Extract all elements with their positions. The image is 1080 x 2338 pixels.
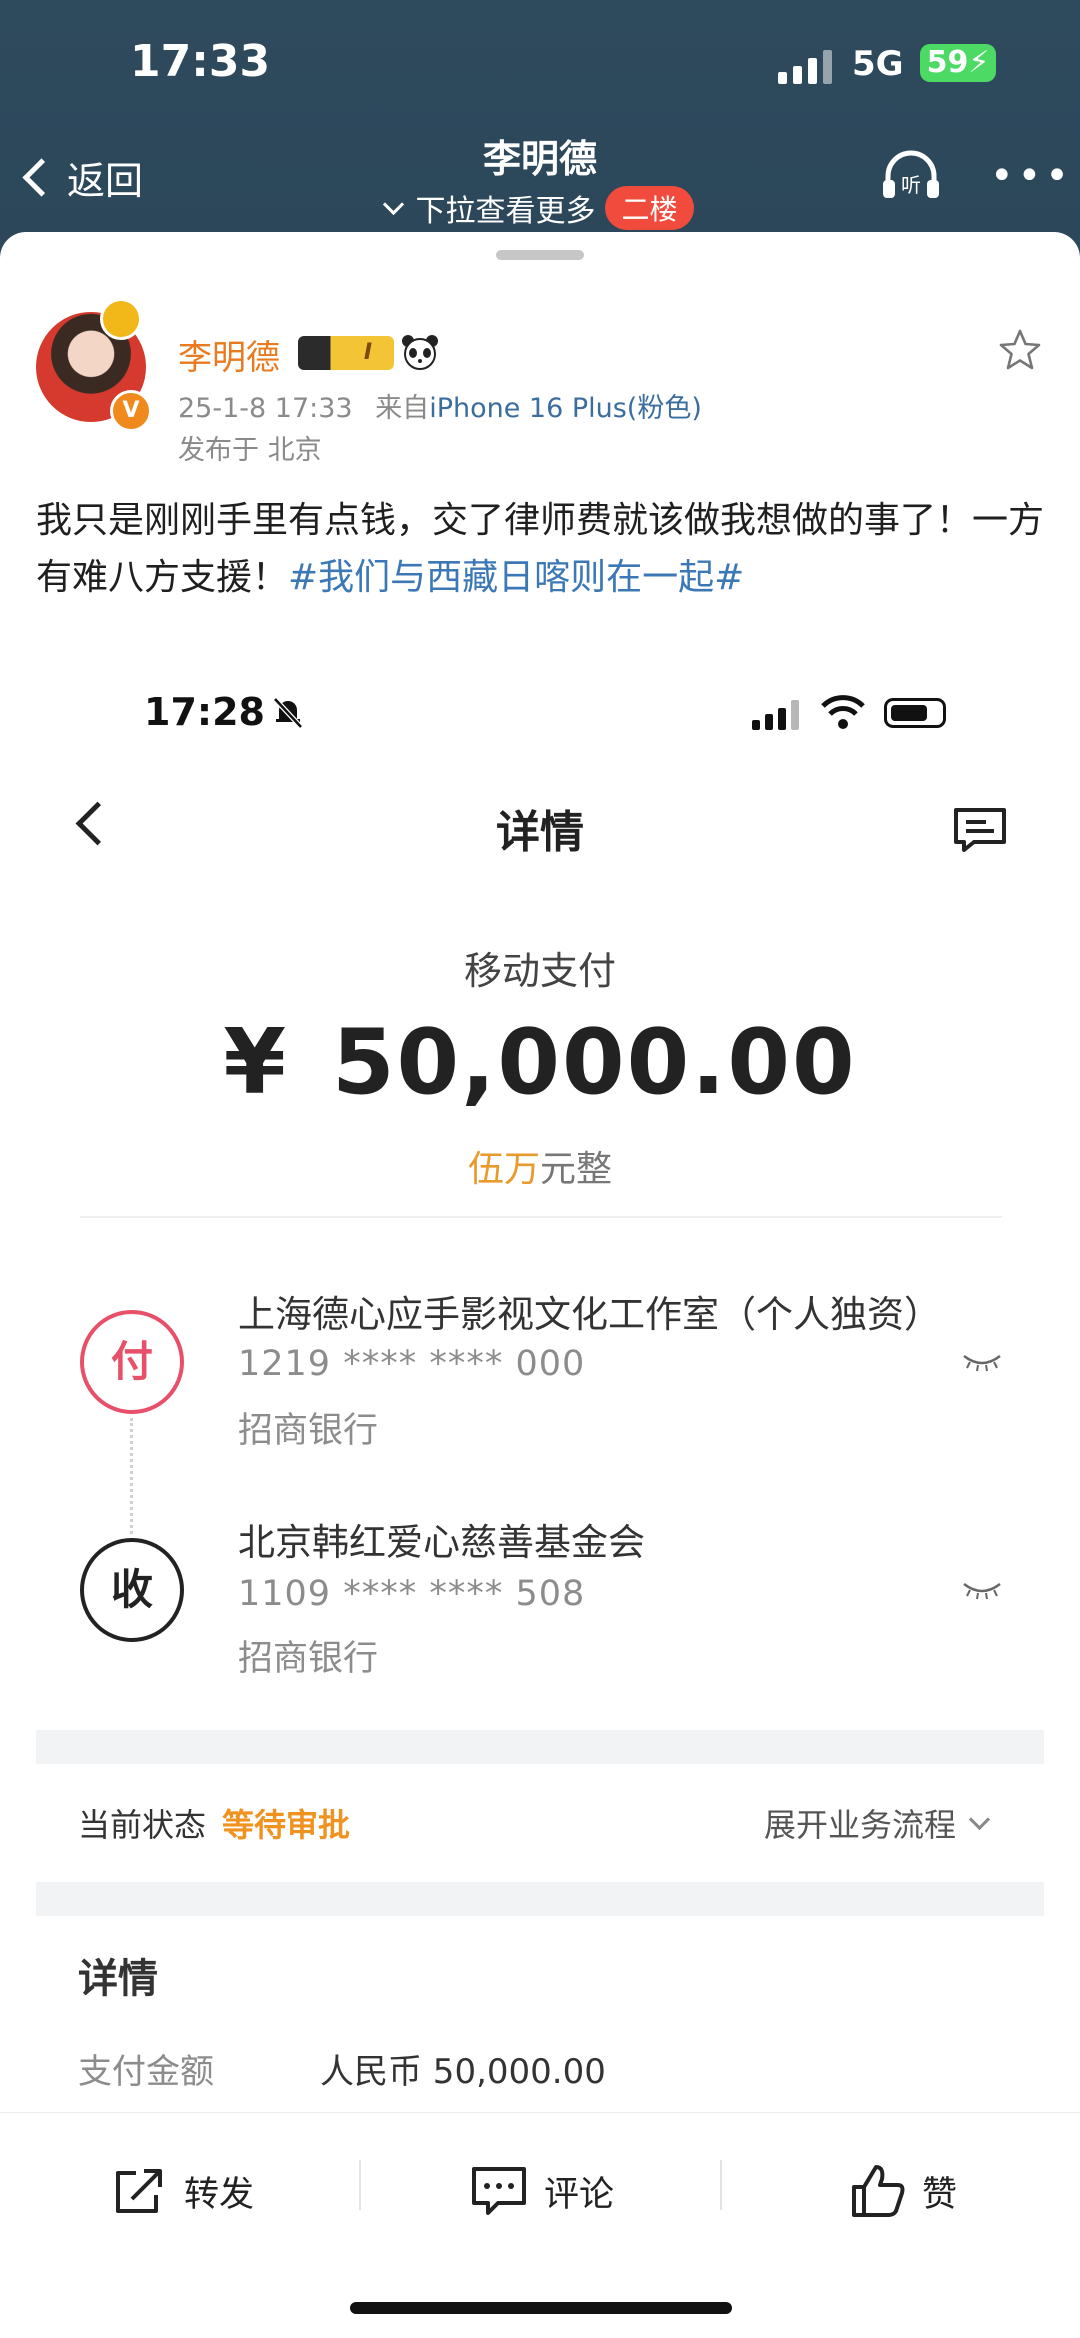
- hashtag-link[interactable]: #我们与西藏日喀则在一起#: [288, 557, 744, 598]
- battery-level: 59: [926, 45, 969, 80]
- repost-button[interactable]: 转发: [112, 2154, 254, 2228]
- message-icon[interactable]: [952, 806, 1008, 854]
- like-label: 赞: [922, 2174, 958, 2215]
- verified-icon: V: [110, 390, 152, 432]
- level-badge[interactable]: I: [298, 336, 394, 370]
- thumbs-up-icon: [852, 2165, 905, 2217]
- payer-badge: 付: [80, 1310, 184, 1414]
- headphones-icon[interactable]: 听: [880, 148, 942, 202]
- network-type: 5G: [852, 44, 904, 84]
- amount-in-words: 伍万元整: [0, 1140, 1080, 1192]
- payment-type: 移动支付: [463, 949, 616, 993]
- detail-label: 支付金额: [78, 2052, 214, 2092]
- detail-value: 人民币 50,000.00: [320, 2052, 606, 2092]
- divider: [80, 1216, 1002, 1218]
- floor-badge[interactable]: 二楼: [605, 186, 694, 230]
- post-device[interactable]: iPhone 16 Plus(粉色): [429, 393, 702, 424]
- chevron-down-icon: [383, 193, 405, 215]
- details-heading: 详情: [78, 1956, 158, 2002]
- expand-flow-label: 展开业务流程: [764, 1806, 957, 1844]
- divider: [720, 2160, 722, 2210]
- status-time: 17:33: [130, 36, 271, 87]
- share-icon: [116, 2169, 162, 2213]
- amount-words-highlight: 伍万: [467, 1149, 540, 1190]
- mute-bell-icon: [273, 697, 303, 729]
- panda-icon: [402, 335, 438, 370]
- amount-value: 50,000.00: [331, 1010, 857, 1115]
- payer-account: 1219 **** **** 000: [238, 1344, 586, 1384]
- section-separator: [36, 1730, 1044, 1764]
- svg-text:听: 听: [901, 173, 921, 197]
- embedded-time: 17:28: [144, 690, 265, 734]
- source-prefix: 来自: [375, 393, 430, 424]
- eye-closed-icon[interactable]: [962, 1352, 1002, 1372]
- post-meta: 25-1-8 17:33 来自iPhone 16 Plus(粉色): [178, 386, 702, 425]
- payer-bank: 招商银行: [238, 1411, 379, 1451]
- divider: [359, 2160, 361, 2210]
- home-indicator[interactable]: [350, 2302, 732, 2314]
- status-label: 当前状态: [78, 1806, 207, 1844]
- battery-icon: 59⚡: [920, 44, 996, 82]
- embedded-title: 详情: [496, 807, 584, 858]
- embedded-signal-icon: [752, 700, 802, 730]
- signal-icon: [778, 50, 834, 84]
- expand-flow-link[interactable]: 展开业务流程: [764, 1800, 991, 1846]
- status-value: 等待审批: [222, 1806, 351, 1844]
- pull-down-label: 下拉查看更多: [415, 194, 596, 229]
- payer-name: 上海德心应手影视文化工作室（个人独资）: [238, 1293, 941, 1336]
- currency-symbol: ¥: [223, 1010, 288, 1115]
- more-icon[interactable]: •••: [990, 156, 1073, 196]
- flow-connector: [130, 1418, 133, 1534]
- post-text: 我只是刚刚手里有点钱，交了律师费就该做我想做的事了！一方有难八方支援！#我们与西…: [36, 492, 1046, 606]
- comment-icon: [472, 2167, 526, 2215]
- payee-badge: 收: [80, 1538, 184, 1642]
- embedded-battery-icon: [884, 698, 946, 728]
- crown-badge-icon: [100, 298, 142, 340]
- post-date: 25-1-8 17:33: [178, 393, 353, 424]
- eye-closed-icon[interactable]: [962, 1580, 1002, 1600]
- comment-label: 评论: [544, 2174, 615, 2215]
- payment-amount: ¥50,000.00: [0, 1010, 1080, 1115]
- post-username[interactable]: 李明德: [178, 330, 280, 379]
- wifi-icon: [821, 695, 865, 729]
- post-location: 发布于 北京: [178, 435, 322, 466]
- payee-bank: 招商银行: [238, 1639, 379, 1679]
- chevron-down-icon: [968, 1808, 991, 1830]
- favorite-star-icon[interactable]: [998, 328, 1042, 372]
- repost-label: 转发: [184, 2174, 255, 2215]
- sheet-grabber[interactable]: [496, 250, 584, 260]
- payee-account: 1109 **** **** 508: [238, 1574, 586, 1614]
- like-button[interactable]: 赞: [850, 2154, 957, 2228]
- approval-status: 当前状态 等待审批: [78, 1800, 350, 1846]
- section-separator: [36, 1882, 1044, 1916]
- amount-words-rest: 元整: [540, 1149, 613, 1190]
- payee-name: 北京韩红爱心慈善基金会: [238, 1521, 645, 1564]
- comment-button[interactable]: 评论: [470, 2154, 614, 2228]
